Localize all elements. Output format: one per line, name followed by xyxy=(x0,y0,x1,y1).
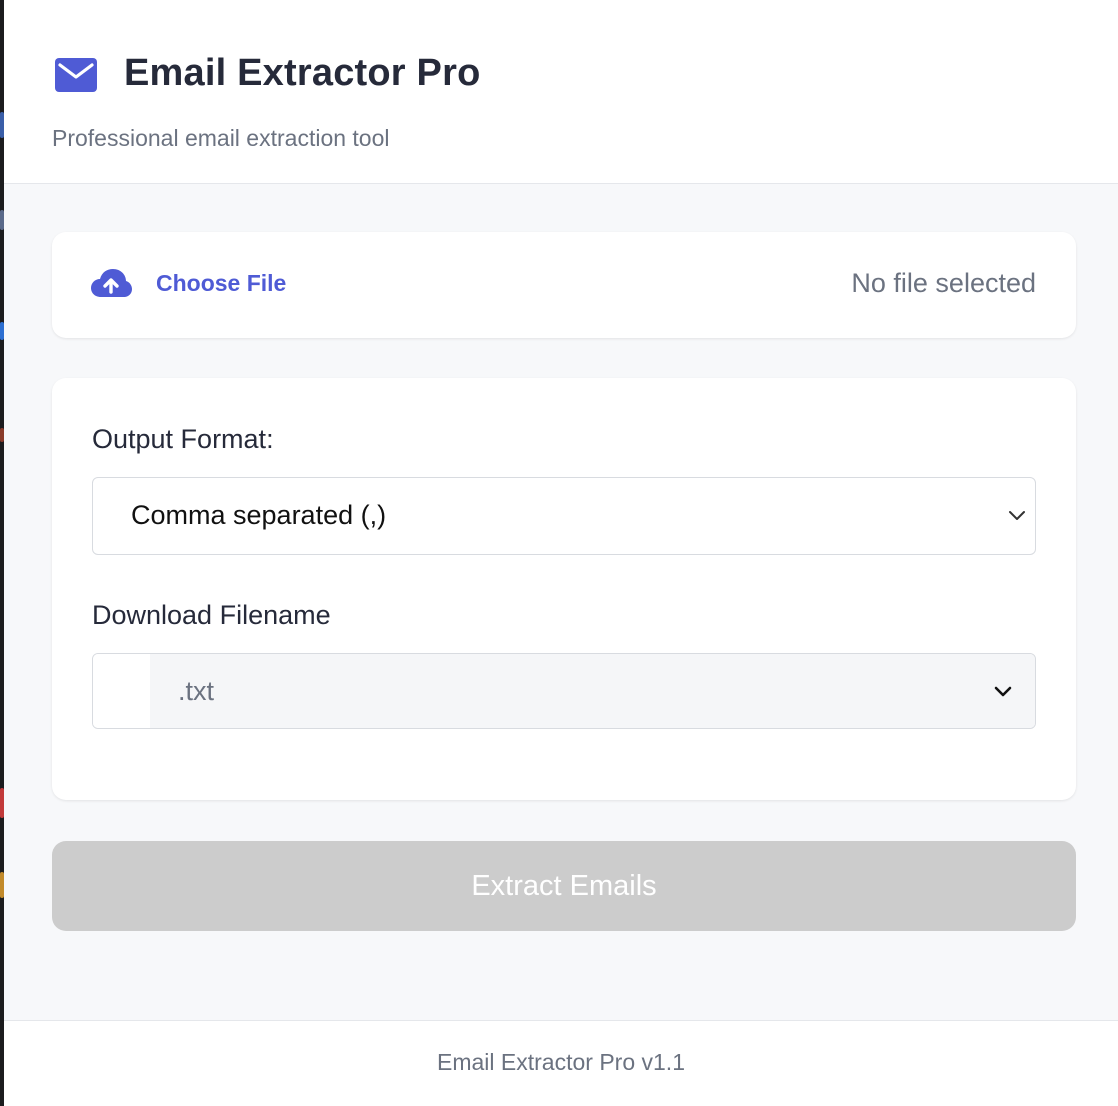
extension-value: .txt xyxy=(178,676,215,706)
chevron-down-icon xyxy=(1009,511,1025,520)
email-extractor-app: Email Extractor Pro Professional email e… xyxy=(4,0,1118,1106)
extension-select[interactable]: .txt xyxy=(150,654,1035,728)
app-header: Email Extractor Pro Professional email e… xyxy=(4,0,1118,184)
download-filename-field: .txt xyxy=(92,653,1036,729)
extract-emails-button[interactable]: Extract Emails xyxy=(52,841,1076,931)
app-footer: Email Extractor Pro v1.1 xyxy=(4,1020,1118,1106)
choose-file-button[interactable]: Choose File xyxy=(156,270,286,297)
file-status-text: No file selected xyxy=(851,268,1036,298)
cloud-upload-icon[interactable] xyxy=(90,268,132,298)
filename-input[interactable] xyxy=(93,654,150,728)
download-filename-label: Download Filename xyxy=(92,600,331,630)
options-card: Output Format: Comma separated (,) Downl… xyxy=(52,378,1076,800)
app-title: Email Extractor Pro xyxy=(124,52,481,94)
file-picker-card: Choose File No file selected xyxy=(52,232,1076,338)
app-subtitle: Professional email extraction tool xyxy=(52,125,390,151)
output-format-select[interactable]: Comma separated (,) xyxy=(92,477,1036,555)
version-text: Email Extractor Pro v1.1 xyxy=(437,1049,685,1075)
envelope-icon xyxy=(55,58,97,92)
output-format-value: Comma separated (,) xyxy=(131,500,387,530)
main-content: Choose File No file selected Output Form… xyxy=(4,184,1118,1020)
chevron-down-icon xyxy=(994,686,1012,697)
app-window: Email Extractor Pro Professional email e… xyxy=(0,0,1118,1106)
output-format-label: Output Format: xyxy=(92,424,274,454)
